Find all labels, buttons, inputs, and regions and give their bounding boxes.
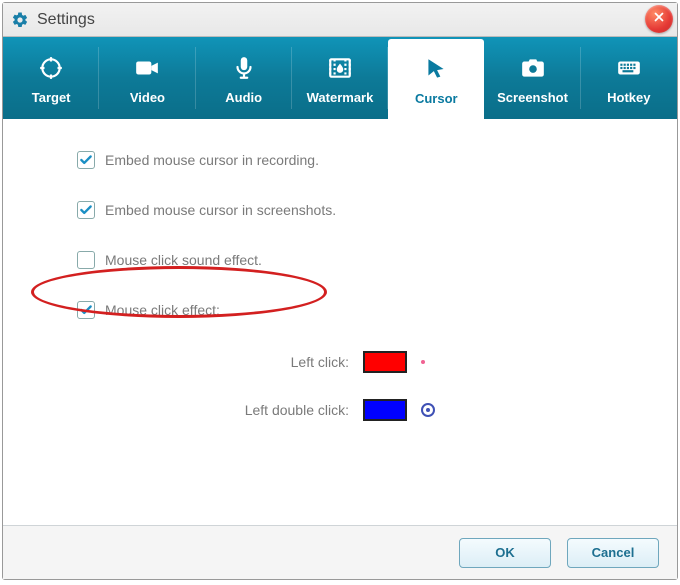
row-left-click: Left click: xyxy=(53,351,627,373)
option-label: Mouse click sound effect. xyxy=(105,252,262,268)
tab-label: Cursor xyxy=(415,91,458,106)
dialog-footer: OK Cancel xyxy=(3,525,677,579)
window-title: Settings xyxy=(37,11,95,29)
left-double-click-color-swatch[interactable] xyxy=(363,399,407,421)
tab-hotkey[interactable]: Hotkey xyxy=(581,37,677,119)
title-bar: Settings xyxy=(3,3,677,37)
close-button[interactable] xyxy=(645,5,673,33)
tab-label: Audio xyxy=(225,90,262,105)
checkbox-click-effect[interactable] xyxy=(77,301,95,319)
tab-strip: Target Video Audio Watermark Cursor xyxy=(3,37,677,119)
ok-button[interactable]: OK xyxy=(459,538,551,568)
video-icon xyxy=(131,52,163,84)
tab-target[interactable]: Target xyxy=(3,37,99,119)
option-embed-recording: Embed mouse cursor in recording. xyxy=(77,151,627,169)
double-click-ring-icon xyxy=(421,403,435,417)
option-label: Embed mouse cursor in screenshots. xyxy=(105,202,336,218)
tab-label: Target xyxy=(32,90,71,105)
screenshot-icon xyxy=(517,52,549,84)
left-click-label: Left click: xyxy=(53,354,349,370)
gear-icon xyxy=(11,11,29,29)
option-embed-screenshot: Embed mouse cursor in screenshots. xyxy=(77,201,627,219)
left-double-click-label: Left double click: xyxy=(53,402,349,418)
tab-label: Hotkey xyxy=(607,90,650,105)
row-left-double-click: Left double click: xyxy=(53,399,627,421)
left-click-color-swatch[interactable] xyxy=(363,351,407,373)
option-click-sound: Mouse click sound effect. xyxy=(77,251,627,269)
checkbox-click-sound[interactable] xyxy=(77,251,95,269)
audio-icon xyxy=(228,52,260,84)
tab-label: Watermark xyxy=(307,90,374,105)
option-click-effect: Mouse click effect: xyxy=(77,301,627,319)
close-icon xyxy=(652,10,666,29)
tab-watermark[interactable]: Watermark xyxy=(292,37,388,119)
tab-video[interactable]: Video xyxy=(99,37,195,119)
target-icon xyxy=(35,52,67,84)
checkbox-embed-recording[interactable] xyxy=(77,151,95,169)
option-label: Embed mouse cursor in recording. xyxy=(105,152,319,168)
watermark-icon xyxy=(324,52,356,84)
cancel-button[interactable]: Cancel xyxy=(567,538,659,568)
tab-audio[interactable]: Audio xyxy=(196,37,292,119)
tab-cursor[interactable]: Cursor xyxy=(388,39,484,119)
tab-label: Video xyxy=(130,90,165,105)
checkbox-embed-screenshot[interactable] xyxy=(77,201,95,219)
cursor-panel: Embed mouse cursor in recording. Embed m… xyxy=(3,119,677,525)
tab-screenshot[interactable]: Screenshot xyxy=(484,37,580,119)
tab-label: Screenshot xyxy=(497,90,568,105)
cursor-icon xyxy=(420,53,452,85)
settings-window: Settings Target Video Audio xyxy=(2,2,678,580)
click-dot-icon xyxy=(421,360,425,364)
hotkey-icon xyxy=(613,52,645,84)
option-label: Mouse click effect: xyxy=(105,302,220,318)
